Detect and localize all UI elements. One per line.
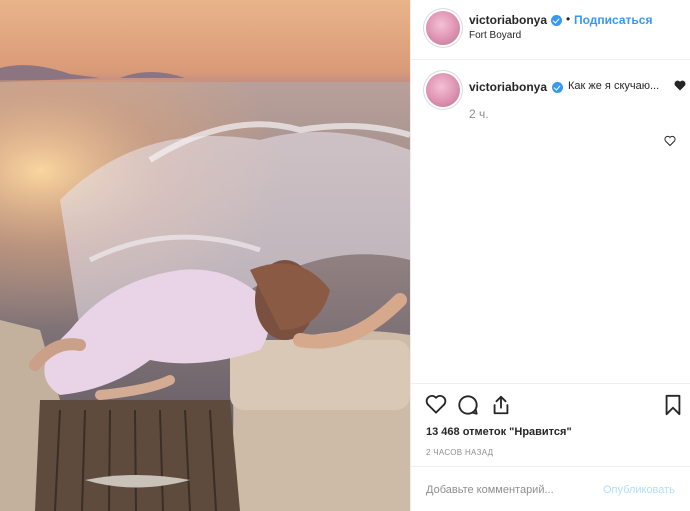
post-photo[interactable]	[0, 0, 410, 511]
caption-avatar[interactable]	[426, 73, 460, 107]
post-header: victoriabonya • Подписаться Fort Boyard	[411, 0, 690, 60]
action-section: 13 468 отметок "Нравится" 2 ЧАСОВ НАЗАД …	[411, 383, 690, 511]
comment-input[interactable]	[426, 481, 596, 499]
caption-text: Как же я скучаю...	[568, 80, 660, 92]
author-username[interactable]: victoriabonya	[469, 13, 547, 27]
black-heart-icon	[674, 80, 686, 91]
comment-icon[interactable]	[457, 394, 479, 416]
avatar[interactable]	[426, 11, 460, 45]
bookmark-icon[interactable]	[664, 394, 682, 416]
photo-illustration	[0, 65, 410, 511]
caption-time: 2 ч.	[469, 107, 489, 121]
instagram-post: victoriabonya • Подписаться Fort Boyard …	[0, 0, 690, 511]
add-comment-bar: Опубликовать	[411, 466, 690, 511]
follow-button[interactable]: Подписаться	[574, 13, 652, 27]
verified-icon	[551, 15, 562, 26]
heart-icon[interactable]	[425, 394, 447, 414]
publish-button[interactable]: Опубликовать	[603, 484, 675, 496]
likes-count[interactable]: 13 468 отметок "Нравится"	[426, 426, 572, 438]
verified-icon	[552, 82, 563, 93]
separator-dot: •	[566, 12, 571, 26]
caption-username[interactable]: victoriabonya	[469, 80, 547, 94]
heart-icon[interactable]	[664, 135, 676, 147]
location-link[interactable]: Fort Boyard	[469, 30, 521, 41]
post-timestamp[interactable]: 2 ЧАСОВ НАЗАД	[426, 448, 493, 457]
post-side-panel: victoriabonya • Подписаться Fort Boyard …	[410, 0, 690, 511]
share-icon[interactable]	[490, 394, 512, 416]
